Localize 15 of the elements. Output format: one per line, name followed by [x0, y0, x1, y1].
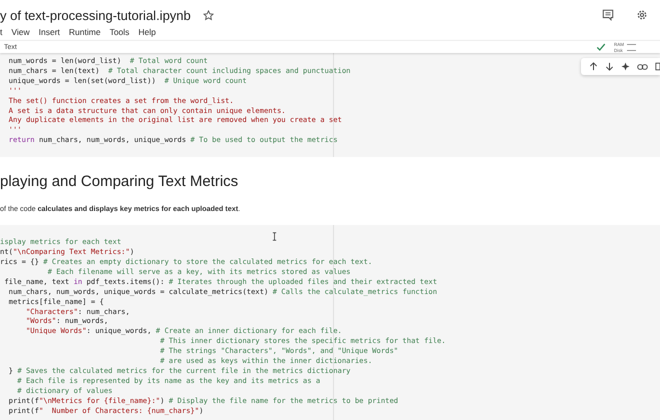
menu-item[interactable]: Runtime — [68, 27, 101, 37]
settings-icon[interactable] — [636, 9, 648, 21]
section-heading: playing and Comparing Text Metrics — [0, 173, 240, 190]
sparkle-icon[interactable] — [621, 62, 630, 71]
link-icon[interactable] — [637, 62, 648, 70]
menu-item[interactable]: Tools — [110, 27, 130, 37]
menu-item[interactable]: t — [0, 27, 2, 37]
notebook-title[interactable]: y of text-processing-tutorial.ipynb — [0, 8, 191, 22]
down-arrow-icon[interactable] — [605, 62, 614, 71]
menu-item[interactable]: Help — [138, 27, 156, 37]
menu-item[interactable]: View — [11, 27, 30, 37]
text-cursor-icon — [272, 232, 277, 242]
star-icon[interactable] — [202, 10, 214, 20]
up-arrow-icon[interactable] — [589, 62, 598, 71]
menu-item[interactable]: Insert — [38, 27, 60, 37]
